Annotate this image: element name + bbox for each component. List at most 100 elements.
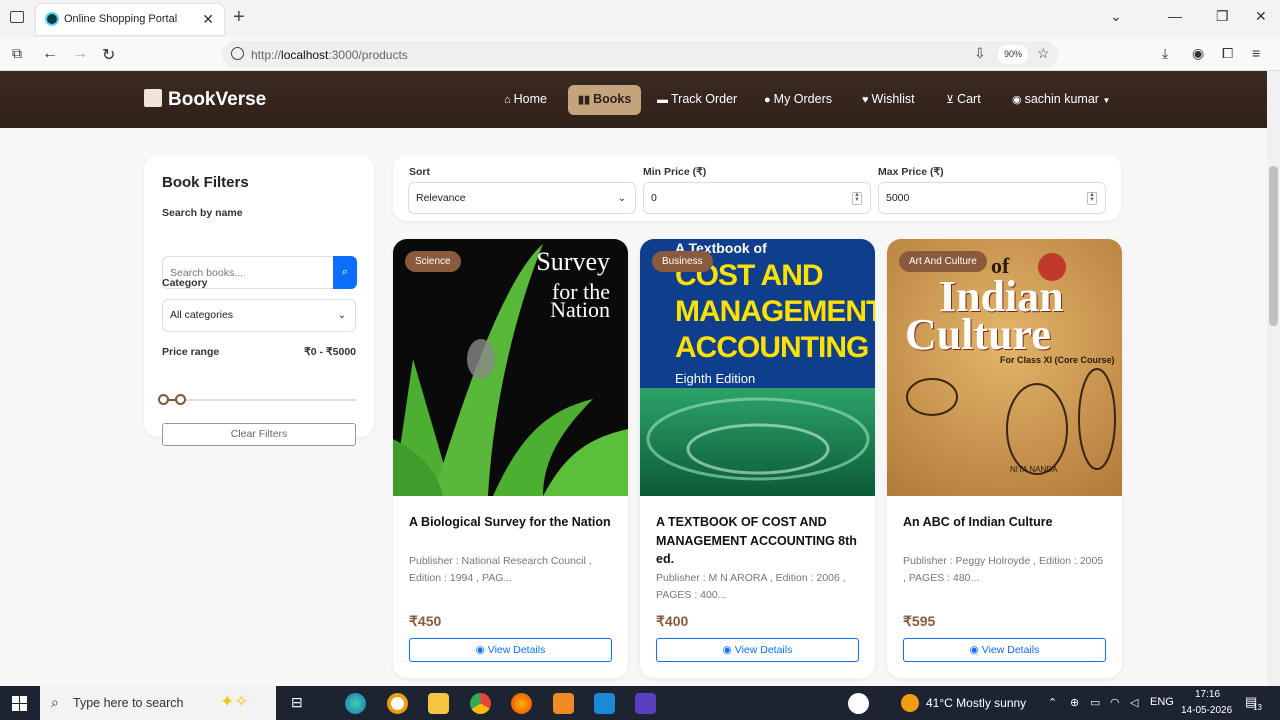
help-icon[interactable] <box>848 693 869 714</box>
eye-icon: ◉ <box>475 644 485 656</box>
clock-date[interactable]: 14-05-2026 <box>1181 705 1232 716</box>
search-button[interactable]: ⌕ <box>333 256 357 289</box>
view-details-button[interactable]: ◉ View Details <box>409 638 612 662</box>
page-scrollbar[interactable] <box>1267 71 1280 686</box>
book-description: Publisher : Peggy Holroyde , Edition : 2… <box>903 555 1104 584</box>
taskbar-search[interactable]: ⌕ Type here to search ✦✧ <box>40 686 276 720</box>
book-card[interactable]: A Textbook of COST AND MANAGEMENT ACCOUN… <box>640 239 875 678</box>
language-indicator[interactable]: ENG <box>1150 696 1174 708</box>
min-price-input[interactable]: 0 ▲ ▼ <box>643 182 871 214</box>
price-range-slider[interactable] <box>158 394 356 405</box>
minimize-icon[interactable]: — <box>1168 8 1182 24</box>
cover-text-line: Eighth Edition <box>675 371 756 386</box>
close-tab-icon[interactable]: ✕ <box>202 11 214 28</box>
file-explorer-icon[interactable] <box>428 693 449 714</box>
xampp-icon[interactable] <box>553 693 574 714</box>
volume-icon[interactable]: ◁ <box>1130 696 1138 709</box>
windows-start-icon[interactable] <box>12 696 27 711</box>
category-select[interactable]: All categories ⌄ <box>162 299 356 332</box>
address-bar[interactable]: http://localhost:3000/products ⇩ 90% ☆ <box>222 41 1058 68</box>
view-details-button[interactable]: ◉ View Details <box>903 638 1106 662</box>
nav-books[interactable]: ▮▮ Books <box>568 85 642 115</box>
back-icon[interactable]: ← <box>42 45 58 63</box>
extensions-icon[interactable]: ⧠ <box>1222 45 1233 62</box>
filters-title: Book Filters <box>162 174 249 191</box>
book-card[interactable]: of Indian Culture For Class XI (Core Cou… <box>887 239 1122 678</box>
spinner-icon[interactable]: ▲ ▼ <box>1087 192 1097 205</box>
scrollbar-thumb[interactable] <box>1269 166 1278 326</box>
new-tab-icon[interactable]: + <box>233 6 245 29</box>
close-window-icon[interactable]: ✕ <box>1255 8 1267 25</box>
zoom-level[interactable]: 90% <box>998 45 1028 64</box>
book-title[interactable]: A TEXTBOOK OF COST AND MANAGEMENT ACCOUN… <box>656 513 861 569</box>
book-cover-image[interactable]: of Indian Culture For Class XI (Core Cou… <box>887 239 1122 496</box>
price-range-value: ₹0 - ₹5000 <box>304 346 356 358</box>
firefox-icon[interactable] <box>511 693 532 714</box>
weather-text[interactable]: 41°C Mostly sunny <box>926 696 1026 710</box>
cover-text-line: NITA NANDA <box>1010 465 1058 474</box>
nav-home[interactable]: ⌂ Home <box>504 92 547 106</box>
book-description: Publisher : M N ARORA , Edition : 2006 ,… <box>656 572 846 601</box>
book-cover-image[interactable]: A Textbook of COST AND MANAGEMENT ACCOUN… <box>640 239 875 496</box>
sidebar-toggle-icon[interactable]: ⧉ <box>12 45 22 62</box>
restore-icon[interactable]: ❐ <box>1216 8 1229 25</box>
clock-time[interactable]: 17:16 <box>1195 689 1220 700</box>
cover-text-line: MANAGEMENT <box>675 295 875 328</box>
user-icon: ● <box>764 94 771 106</box>
favorite-star-icon[interactable]: ☆ <box>1037 45 1050 62</box>
book-cover-image[interactable]: Survey for the Nation Science <box>393 239 628 496</box>
tab-list-chevron-icon[interactable]: ⌄ <box>1110 8 1122 25</box>
search-label: Search by name <box>162 207 243 219</box>
install-app-icon[interactable]: ⇩ <box>974 45 986 62</box>
cover-text-line: ACCOUNTING <box>675 331 869 364</box>
cover-text-line: For Class XI (Core Course) <box>1000 355 1115 365</box>
vscode-icon[interactable] <box>594 693 615 714</box>
task-view-icon[interactable]: ⊟ <box>291 694 303 711</box>
search-icon: ⌕ <box>341 266 349 278</box>
clear-filters-button[interactable]: Clear Filters <box>162 423 356 446</box>
tray-chevron-icon[interactable]: ⌃ <box>1048 696 1057 709</box>
spinner-icon[interactable]: ▲ ▼ <box>852 192 862 205</box>
nav-my-orders[interactable]: ● My Orders <box>764 92 832 106</box>
ide-icon[interactable] <box>635 693 656 714</box>
app-icon[interactable] <box>387 693 408 714</box>
url-text[interactable]: http://localhost:3000/products <box>251 48 408 62</box>
browser-tab-bar: Online Shopping Portal ✕ + ⌄ — ❐ ✕ <box>0 0 1280 37</box>
book-card[interactable]: Survey for the Nation Science A Biologic… <box>393 239 628 678</box>
menu-icon[interactable]: ≡ <box>1252 45 1260 61</box>
cart-icon: ⊻ <box>946 94 955 106</box>
sort-select[interactable]: Relevance ⌄ <box>408 182 636 214</box>
copilot-sparkle-icon: ✦✧ <box>220 692 249 711</box>
profile-icon[interactable]: ◉ <box>1192 45 1204 62</box>
battery-icon[interactable]: ▭ <box>1090 696 1100 709</box>
nav-track-order[interactable]: ▬ Track Order <box>657 92 737 106</box>
browser-toolbar: ⧉ ← → ↻ http://localhost:3000/products ⇩… <box>0 37 1280 71</box>
range-min-handle[interactable] <box>158 394 169 405</box>
reload-icon[interactable]: ↻ <box>102 45 115 65</box>
chrome-icon[interactable] <box>470 693 491 714</box>
book-title[interactable]: A Biological Survey for the Nation <box>409 513 614 532</box>
book-price: ₹450 <box>409 613 442 629</box>
tab-title: Online Shopping Portal <box>64 13 178 25</box>
nav-wishlist[interactable]: ♥ Wishlist <box>862 92 915 106</box>
wifi-icon[interactable]: ◠ <box>1110 696 1120 709</box>
forward-icon[interactable]: → <box>72 45 88 63</box>
nav-user-menu[interactable]: ◉ sachin kumar ▼ <box>1012 92 1110 106</box>
downloads-icon[interactable]: ⤓ <box>1162 45 1168 62</box>
book-description: Publisher : National Research Council , … <box>409 555 592 584</box>
book-title[interactable]: An ABC of Indian Culture <box>903 513 1108 532</box>
edge-icon[interactable] <box>345 693 366 714</box>
network-icon[interactable]: ⊕ <box>1070 696 1079 709</box>
tab-actions-icon[interactable] <box>10 11 24 23</box>
view-details-button[interactable]: ◉ View Details <box>656 638 859 662</box>
book-open-icon <box>144 89 162 107</box>
nav-cart[interactable]: ⊻ Cart <box>946 92 981 106</box>
site-info-icon[interactable] <box>231 47 244 60</box>
react-favicon-icon <box>45 12 59 26</box>
site-header: BookVerse ⌂ Home ▮▮ Books ▬ Track Order ● My… <box>0 71 1267 128</box>
brand-logo[interactable]: BookVerse <box>144 89 266 111</box>
max-price-input[interactable]: 5000 ▲ ▼ <box>878 182 1106 214</box>
range-max-handle[interactable] <box>175 394 186 405</box>
category-badge: Science <box>405 251 461 272</box>
browser-tab[interactable]: Online Shopping Portal ✕ <box>36 4 224 35</box>
